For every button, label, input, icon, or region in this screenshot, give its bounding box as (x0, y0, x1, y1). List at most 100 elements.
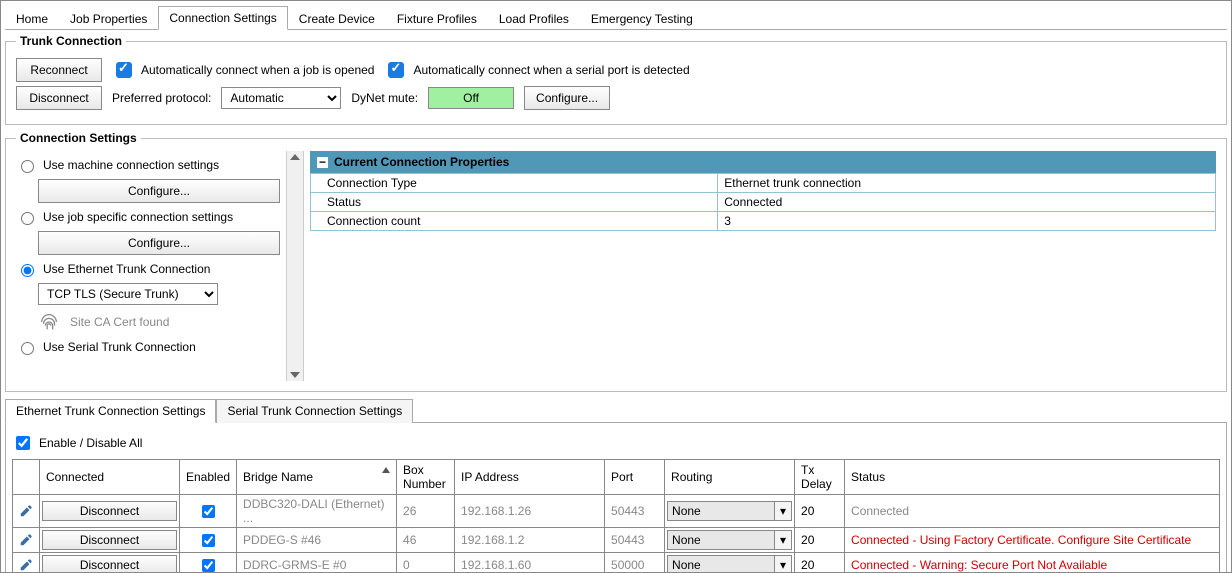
col-ip[interactable]: IP Address (455, 460, 605, 495)
row-routing-select[interactable]: None▾ (667, 530, 792, 550)
row-bridge-name: DDRC-GRMS-E #0 (237, 553, 397, 573)
tab-load-profiles[interactable]: Load Profiles (488, 7, 580, 30)
table-row[interactable]: Disconnect PDDEG-S #4646192.168.1.250443N… (13, 528, 1220, 553)
row-port: 50000 (605, 553, 665, 573)
row-ip: 192.168.1.2 (455, 528, 605, 553)
radio-machine-label: Use machine connection settings (43, 158, 219, 172)
ethernet-trunk-panel: Enable / Disable All Connected Enabled B… (5, 423, 1227, 573)
col-enabled[interactable]: Enabled (180, 460, 237, 495)
row-enabled-checkbox[interactable] (202, 505, 215, 518)
auto-connect-serial-checkbox[interactable]: Automatically connect when a serial port… (384, 59, 689, 81)
row-box-number: 0 (397, 553, 455, 573)
connection-options-panel: Use machine connection settings Configur… (16, 151, 286, 381)
tab-create-device[interactable]: Create Device (288, 7, 386, 30)
auto-connect-job-label: Automatically connect when a job is open… (141, 63, 374, 77)
row-enabled-checkbox[interactable] (202, 559, 215, 572)
dynet-mute-toggle[interactable]: Off (428, 87, 514, 109)
row-routing-select[interactable]: None▾ (667, 501, 792, 521)
table-row[interactable]: Disconnect DDBC320-DALI (Ethernet) ...261… (13, 495, 1220, 528)
preferred-protocol-select[interactable]: Automatic (221, 87, 341, 109)
auto-connect-job-input[interactable] (116, 62, 132, 78)
preferred-protocol-label: Preferred protocol: (112, 91, 211, 105)
machine-configure-button[interactable]: Configure... (38, 179, 280, 203)
row-box-number: 26 (397, 495, 455, 528)
tab-emergency-testing[interactable]: Emergency Testing (580, 7, 704, 30)
col-status[interactable]: Status (845, 460, 1220, 495)
row-edit-icon[interactable] (13, 528, 40, 553)
row-status: Connected - Using Factory Certificate. C… (845, 528, 1220, 553)
row-port: 50443 (605, 495, 665, 528)
trunk-connection-group: Trunk Connection Reconnect Automatically… (5, 34, 1227, 125)
connection-settings-group: Connection Settings Use machine connecti… (5, 131, 1227, 392)
row-tx-delay[interactable]: 20 (795, 495, 845, 528)
connection-properties-panel: − Current Connection Properties Connecti… (304, 151, 1216, 381)
row-ip: 192.168.1.60 (455, 553, 605, 573)
row-tx-delay[interactable]: 20 (795, 553, 845, 573)
col-box-number[interactable]: Box Number (397, 460, 455, 495)
chevron-down-icon: ▾ (774, 555, 792, 573)
ethernet-protocol-select[interactable]: TCP TLS (Secure Trunk) (38, 283, 218, 305)
col-routing[interactable]: Routing (665, 460, 795, 495)
row-ip: 192.168.1.26 (455, 495, 605, 528)
enable-all-checkbox[interactable]: Enable / Disable All (12, 433, 1220, 453)
main-tabstrip: Home Job Properties Connection Settings … (5, 5, 1227, 30)
tab-connection-settings[interactable]: Connection Settings (158, 6, 287, 30)
dynet-configure-button[interactable]: Configure... (524, 86, 610, 110)
prop-key: Status (311, 193, 718, 212)
radio-serial-trunk[interactable] (21, 342, 34, 355)
enable-all-label: Enable / Disable All (39, 436, 142, 450)
col-bridge-name[interactable]: Bridge Name (237, 460, 397, 495)
row-disconnect-button[interactable]: Disconnect (42, 501, 177, 521)
reconnect-button[interactable]: Reconnect (16, 58, 102, 82)
row-edit-icon[interactable] (13, 495, 40, 528)
row-disconnect-button[interactable]: Disconnect (42, 530, 177, 550)
prop-key: Connection count (311, 212, 718, 231)
radio-job-settings[interactable] (21, 212, 34, 225)
row-bridge-name: PDDEG-S #46 (237, 528, 397, 553)
row-edit-icon[interactable] (13, 553, 40, 573)
tab-home[interactable]: Home (5, 7, 59, 30)
col-handle[interactable] (13, 460, 40, 495)
enable-all-input[interactable] (16, 436, 30, 450)
row-box-number: 46 (397, 528, 455, 553)
subtab-ethernet[interactable]: Ethernet Trunk Connection Settings (5, 399, 216, 423)
tab-job-properties[interactable]: Job Properties (59, 7, 158, 30)
chevron-down-icon: ▾ (774, 501, 792, 521)
auto-connect-job-checkbox[interactable]: Automatically connect when a job is open… (112, 59, 374, 81)
row-port: 50443 (605, 528, 665, 553)
radio-machine-settings[interactable] (21, 160, 34, 173)
radio-ethernet-trunk[interactable] (21, 264, 34, 277)
row-enabled-checkbox[interactable] (202, 534, 215, 547)
cert-status-label: Site CA Cert found (70, 315, 169, 329)
prop-val: 3 (718, 212, 1216, 231)
col-connected[interactable]: Connected (40, 460, 180, 495)
properties-title: Current Connection Properties (334, 155, 509, 169)
fingerprint-icon (38, 311, 60, 333)
bridges-table: Connected Enabled Bridge Name Box Number… (12, 459, 1220, 573)
trunk-legend: Trunk Connection (16, 34, 126, 48)
radio-ethernet-label: Use Ethernet Trunk Connection (43, 262, 210, 276)
options-scrollbar[interactable] (286, 151, 304, 381)
row-routing-select[interactable]: None▾ (667, 555, 792, 573)
row-bridge-name: DDBC320-DALI (Ethernet) ... (237, 495, 397, 528)
collapse-icon[interactable]: − (317, 157, 328, 168)
properties-header[interactable]: − Current Connection Properties (310, 151, 1216, 173)
row-status: Connected - Warning: Secure Port Not Ava… (845, 553, 1220, 573)
dynet-mute-label: DyNet mute: (351, 91, 418, 105)
table-row[interactable]: Disconnect DDRC-GRMS-E #00192.168.1.60500… (13, 553, 1220, 573)
row-disconnect-button[interactable]: Disconnect (42, 555, 177, 573)
trunk-subtabstrip: Ethernet Trunk Connection Settings Seria… (5, 398, 1227, 423)
row-tx-delay[interactable]: 20 (795, 528, 845, 553)
auto-connect-serial-input[interactable] (388, 62, 404, 78)
sort-asc-icon (382, 467, 390, 473)
auto-connect-serial-label: Automatically connect when a serial port… (413, 63, 689, 77)
tab-fixture-profiles[interactable]: Fixture Profiles (386, 7, 488, 30)
prop-key: Connection Type (311, 174, 718, 193)
row-status: Connected (845, 495, 1220, 528)
radio-serial-label: Use Serial Trunk Connection (43, 340, 196, 354)
job-configure-button[interactable]: Configure... (38, 231, 280, 255)
col-tx-delay[interactable]: Tx Delay (795, 460, 845, 495)
subtab-serial[interactable]: Serial Trunk Connection Settings (216, 399, 413, 423)
col-port[interactable]: Port (605, 460, 665, 495)
disconnect-button[interactable]: Disconnect (16, 86, 102, 110)
